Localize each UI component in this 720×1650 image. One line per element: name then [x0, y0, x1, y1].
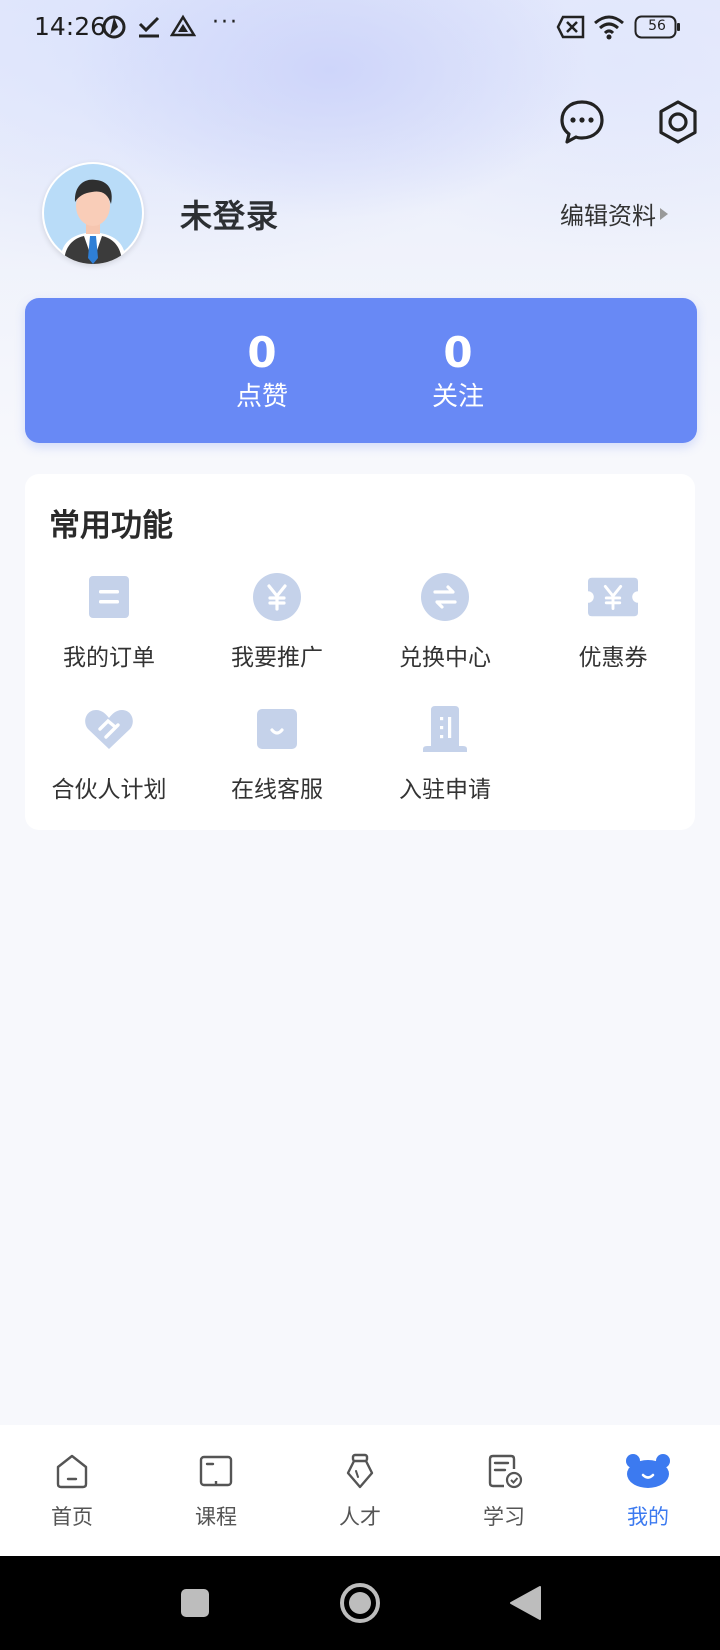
likes-label: 点赞 [235, 382, 288, 412]
feature-label: 合伙人计划 [51, 777, 167, 803]
home-icon [52, 1451, 92, 1491]
feature-label: 入驻申请 [399, 777, 491, 803]
back-button[interactable] [500, 1578, 550, 1628]
feature-label: 我的订单 [63, 645, 155, 671]
mine-icon [625, 1451, 671, 1491]
edit-profile-label: 编辑资料 [560, 202, 656, 230]
tab-talent[interactable]: 人才 [288, 1425, 432, 1556]
feature-exchange[interactable]: 兑换中心 [361, 572, 529, 672]
settings-icon[interactable] [652, 96, 704, 148]
tab-courses[interactable]: 课程 [144, 1425, 288, 1556]
handshake-icon [84, 704, 134, 754]
tab-label: 人才 [339, 1505, 381, 1529]
likes-count: 0 [247, 328, 277, 377]
feature-online-support[interactable]: 在线客服 [193, 704, 361, 804]
more-dots-icon: ··· [212, 10, 239, 35]
feature-promote[interactable]: 我要推广 [193, 572, 361, 672]
feature-label: 优惠券 [578, 645, 648, 671]
tab-label: 课程 [195, 1505, 237, 1529]
tab-label: 我的 [627, 1505, 669, 1529]
follow-count: 0 [443, 328, 473, 377]
username: 未登录 [180, 197, 280, 235]
feature-label: 兑换中心 [399, 645, 491, 671]
study-icon [484, 1451, 524, 1491]
order-icon [84, 572, 134, 622]
wifi-icon [593, 14, 625, 44]
system-nav-bar [0, 1556, 720, 1650]
coupon-icon [588, 572, 638, 622]
building-icon [420, 704, 470, 754]
tab-bar: 首页 课程 人才 学习 我的 [0, 1425, 720, 1556]
tab-label: 学习 [483, 1505, 525, 1529]
status-bar: 14:26 ··· 56 [0, 0, 720, 56]
feature-partner-plan[interactable]: 合伙人计划 [25, 704, 193, 804]
download-check-icon [137, 14, 161, 44]
message-icon[interactable] [556, 96, 608, 148]
likes-stat[interactable]: 0 点赞 [202, 328, 322, 414]
feature-coupons[interactable]: 优惠券 [529, 572, 697, 672]
feature-label: 我要推广 [231, 645, 323, 671]
recents-button[interactable] [170, 1578, 220, 1628]
home-button[interactable] [335, 1578, 385, 1628]
feature-my-orders[interactable]: 我的订单 [25, 572, 193, 672]
support-icon [252, 704, 302, 754]
talent-icon [340, 1451, 380, 1491]
status-time: 14:26 [34, 12, 107, 41]
stats-card: 0 点赞 0 关注 [25, 298, 697, 443]
tab-mine[interactable]: 我的 [576, 1425, 720, 1556]
promote-yuan-icon [252, 572, 302, 622]
exchange-icon [420, 572, 470, 622]
follow-stat[interactable]: 0 关注 [398, 328, 518, 414]
feature-label: 在线客服 [231, 777, 323, 803]
chevron-right-icon [660, 207, 668, 220]
avatar[interactable] [42, 162, 144, 264]
follow-label: 关注 [431, 382, 484, 412]
features-card: 常用功能 我的订单 我要推广 兑换中心 优惠券 合伙人计划 在线客服 入驻申请 [25, 474, 695, 830]
edit-profile-link[interactable]: 编辑资料 [560, 196, 668, 231]
features-title: 常用功能 [49, 508, 173, 544]
tab-home[interactable]: 首页 [0, 1425, 144, 1556]
tab-label: 首页 [51, 1505, 93, 1529]
tab-study[interactable]: 学习 [432, 1425, 576, 1556]
no-sim-icon [556, 14, 586, 44]
feature-settle-apply[interactable]: 入驻申请 [361, 704, 529, 804]
aperture-icon [101, 14, 127, 44]
book-icon [196, 1451, 236, 1491]
battery-level: 56 [648, 18, 666, 34]
drive-icon [169, 14, 197, 44]
